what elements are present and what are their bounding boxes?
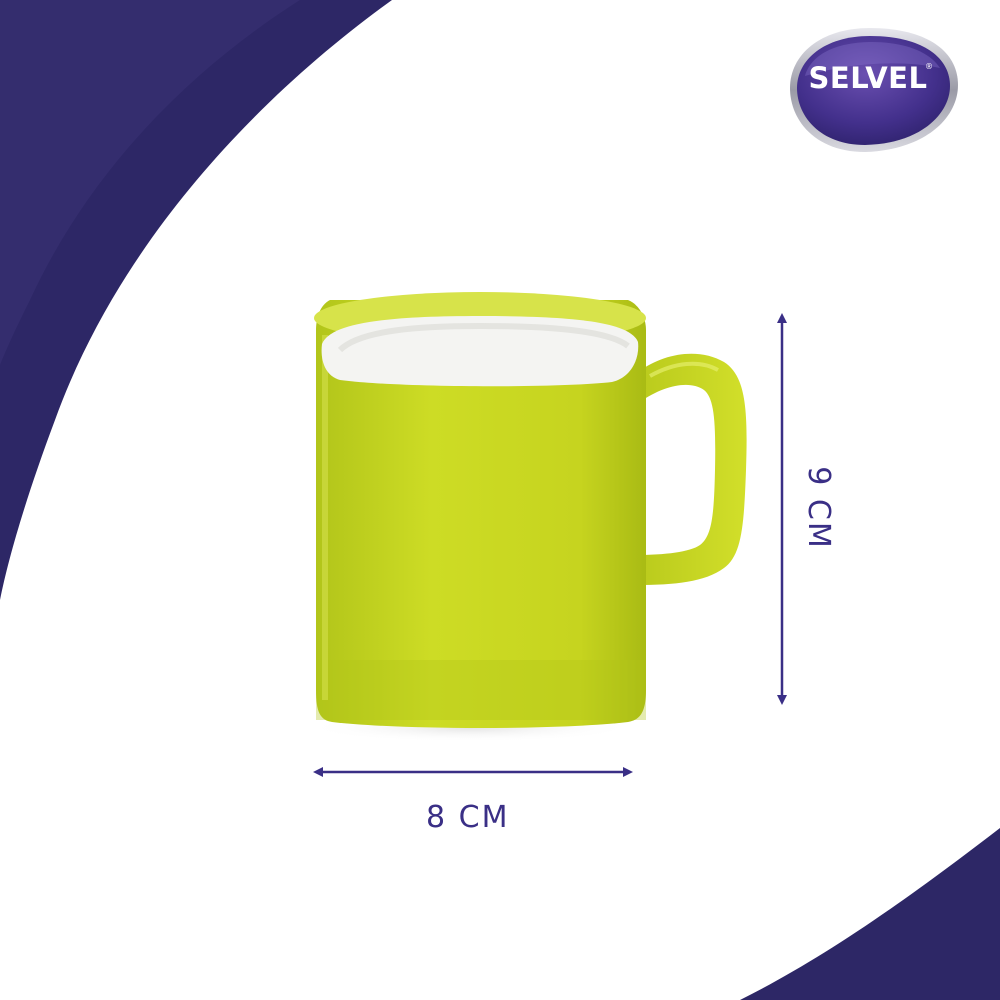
mug-handle bbox=[636, 353, 747, 585]
width-label: 8 CM bbox=[426, 800, 510, 835]
product-image-canvas: SELVEL ® 8 CM 9 CM bbox=[0, 0, 1000, 1000]
height-label: 9 CM bbox=[801, 466, 836, 550]
mug-rim bbox=[314, 292, 646, 387]
background-swoosh-bottom-right bbox=[740, 828, 1000, 1000]
product-graphic bbox=[0, 0, 1000, 1000]
brand-logo-text: SELVEL bbox=[808, 61, 928, 95]
brand-registered-mark: ® bbox=[925, 62, 933, 71]
